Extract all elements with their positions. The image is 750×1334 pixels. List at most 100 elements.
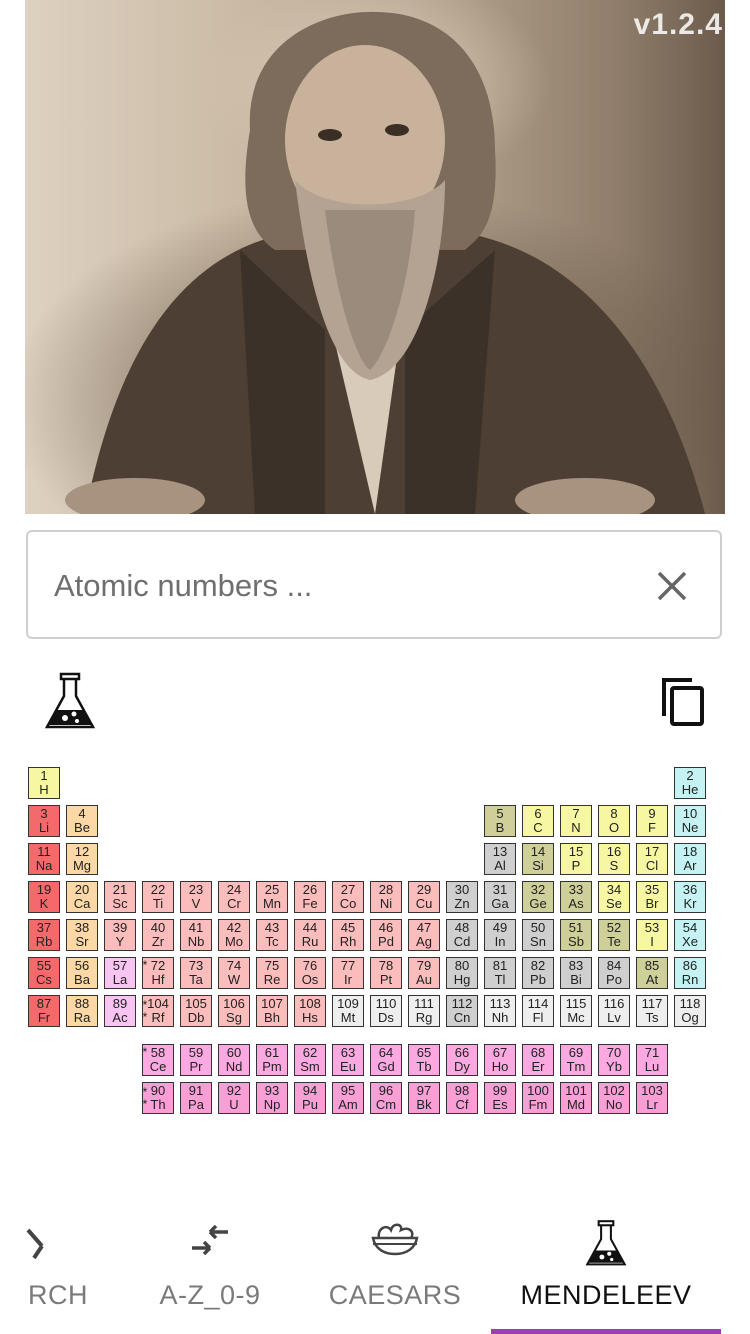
element-cell[interactable]: 11 Na — [28, 843, 60, 875]
element-cell[interactable]: 111 Rg — [408, 995, 440, 1027]
element-cell[interactable]: 7N — [560, 805, 592, 837]
element-cell[interactable]: 53 I — [636, 919, 668, 951]
element-cell[interactable]: 37 Rb — [28, 919, 60, 951]
element-cell[interactable]: 36 Kr — [674, 881, 706, 913]
element-cell[interactable]: 20 Ca — [66, 881, 98, 913]
element-cell[interactable]: 23 V — [180, 881, 212, 913]
element-cell[interactable]: 68 Er — [522, 1044, 554, 1076]
element-cell[interactable]: 62 Sm — [294, 1044, 326, 1076]
element-cell[interactable]: 8O — [598, 805, 630, 837]
element-cell[interactable]: 13 Al — [484, 843, 516, 875]
element-cell[interactable]: 34 Se — [598, 881, 630, 913]
element-cell[interactable]: 80 Hg — [446, 957, 478, 989]
element-cell[interactable]: 91 Pa — [180, 1082, 212, 1114]
element-cell[interactable]: 28 Ni — [370, 881, 402, 913]
element-cell[interactable]: 45 Rh — [332, 919, 364, 951]
element-cell[interactable]: 96 Cm — [370, 1082, 402, 1114]
element-cell[interactable]: 98 Cf — [446, 1082, 478, 1114]
element-cell[interactable]: 85 At — [636, 957, 668, 989]
element-cell[interactable]: 89 Ac — [104, 995, 136, 1027]
element-cell[interactable]: 5B — [484, 805, 516, 837]
element-cell[interactable]: 71 Lu — [636, 1044, 668, 1076]
element-cell[interactable]: 30 Zn — [446, 881, 478, 913]
element-cell[interactable]: 116 Lv — [598, 995, 630, 1027]
element-cell[interactable]: 113 Nh — [484, 995, 516, 1027]
element-cell[interactable]: 6C — [522, 805, 554, 837]
element-cell[interactable]: 21 Sc — [104, 881, 136, 913]
element-cell[interactable]: 31 Ga — [484, 881, 516, 913]
element-cell[interactable]: 93 Np — [256, 1082, 288, 1114]
tab-search[interactable]: RCH — [0, 1200, 110, 1334]
element-cell[interactable]: 99 Es — [484, 1082, 516, 1114]
element-cell[interactable]: 105 Db — [180, 995, 212, 1027]
element-cell[interactable]: 59 Pr — [180, 1044, 212, 1076]
element-cell[interactable]: 109 Mt — [332, 995, 364, 1027]
element-cell[interactable]: 73 Ta — [180, 957, 212, 989]
element-cell[interactable]: 2 He — [674, 767, 706, 799]
element-cell[interactable]: 84 Po — [598, 957, 630, 989]
copy-icon[interactable] — [660, 676, 708, 728]
element-cell[interactable]: 29 Cu — [408, 881, 440, 913]
element-cell[interactable]: 97 Bk — [408, 1082, 440, 1114]
element-cell[interactable]: 46 Pd — [370, 919, 402, 951]
element-cell[interactable]: 77 Ir — [332, 957, 364, 989]
element-cell[interactable]: 117 Ts — [636, 995, 668, 1027]
element-cell[interactable]: 76 Os — [294, 957, 326, 989]
element-cell[interactable]: 32 Ge — [522, 881, 554, 913]
element-cell[interactable]: 82 Pb — [522, 957, 554, 989]
element-cell[interactable]: 108 Hs — [294, 995, 326, 1027]
element-cell[interactable]: 112 Cn — [446, 995, 478, 1027]
tab-a-z-0-9[interactable]: A-Z_0-9 — [140, 1200, 280, 1334]
flask-icon[interactable] — [43, 672, 97, 732]
element-cell[interactable]: 100 Fm — [522, 1082, 554, 1114]
element-cell[interactable]: 14 Si — [522, 843, 554, 875]
element-cell[interactable]: 54 Xe — [674, 919, 706, 951]
element-cell[interactable]: 78 Pt — [370, 957, 402, 989]
element-cell[interactable]: 114 Fl — [522, 995, 554, 1027]
element-cell[interactable]: 26 Fe — [294, 881, 326, 913]
element-cell[interactable]: 118 Og — [674, 995, 706, 1027]
element-cell[interactable]: 95 Am — [332, 1082, 364, 1114]
element-cell[interactable]: 47 Ag — [408, 919, 440, 951]
element-cell[interactable]: 88 Ra — [66, 995, 98, 1027]
element-cell[interactable]: 40 Zr — [142, 919, 174, 951]
element-cell[interactable]: 25 Mn — [256, 881, 288, 913]
element-cell[interactable]: 50 Sn — [522, 919, 554, 951]
element-cell[interactable]: 87 Fr — [28, 995, 60, 1027]
element-cell[interactable]: 15 P — [560, 843, 592, 875]
element-cell[interactable]: 3 Li — [28, 805, 60, 837]
element-cell[interactable]: 41 Nb — [180, 919, 212, 951]
element-cell[interactable]: 19 K — [28, 881, 60, 913]
element-cell[interactable]: 57 La — [104, 957, 136, 989]
element-cell[interactable]: 102 No — [598, 1082, 630, 1114]
element-cell[interactable]: 79 Au — [408, 957, 440, 989]
element-cell[interactable]: 81 Tl — [484, 957, 516, 989]
tab-mendeleev[interactable]: MENDELEEV — [506, 1200, 706, 1334]
element-cell[interactable]: 101 Md — [560, 1082, 592, 1114]
element-cell[interactable]: 51 Sb — [560, 919, 592, 951]
element-cell[interactable]: 33 As — [560, 881, 592, 913]
element-cell[interactable]: 43 Tc — [256, 919, 288, 951]
element-cell[interactable]: 94 Pu — [294, 1082, 326, 1114]
element-cell[interactable]: 83 Bi — [560, 957, 592, 989]
element-cell[interactable]: 61 Pm — [256, 1044, 288, 1076]
element-cell[interactable]: 1H — [28, 767, 60, 799]
element-cell[interactable]: 35 Br — [636, 881, 668, 913]
element-cell[interactable]: 64 Gd — [370, 1044, 402, 1076]
element-cell[interactable]: 75 Re — [256, 957, 288, 989]
element-cell[interactable]: 115 Mc — [560, 995, 592, 1027]
element-cell[interactable]: 110 Ds — [370, 995, 402, 1027]
element-cell[interactable]: 66 Dy — [446, 1044, 478, 1076]
element-cell[interactable]: 70 Yb — [598, 1044, 630, 1076]
element-cell[interactable]: 107 Bh — [256, 995, 288, 1027]
element-cell[interactable]: 39 Y — [104, 919, 136, 951]
element-cell[interactable]: 27 Co — [332, 881, 364, 913]
element-cell[interactable]: 106 Sg — [218, 995, 250, 1027]
element-cell[interactable]: 4 Be — [66, 805, 98, 837]
element-cell[interactable]: 17 Cl — [636, 843, 668, 875]
element-cell[interactable]: 55 Cs — [28, 957, 60, 989]
element-cell[interactable]: 10 Ne — [674, 805, 706, 837]
element-cell[interactable]: 86 Rn — [674, 957, 706, 989]
element-cell[interactable]: 74 W — [218, 957, 250, 989]
element-cell[interactable]: 9F — [636, 805, 668, 837]
